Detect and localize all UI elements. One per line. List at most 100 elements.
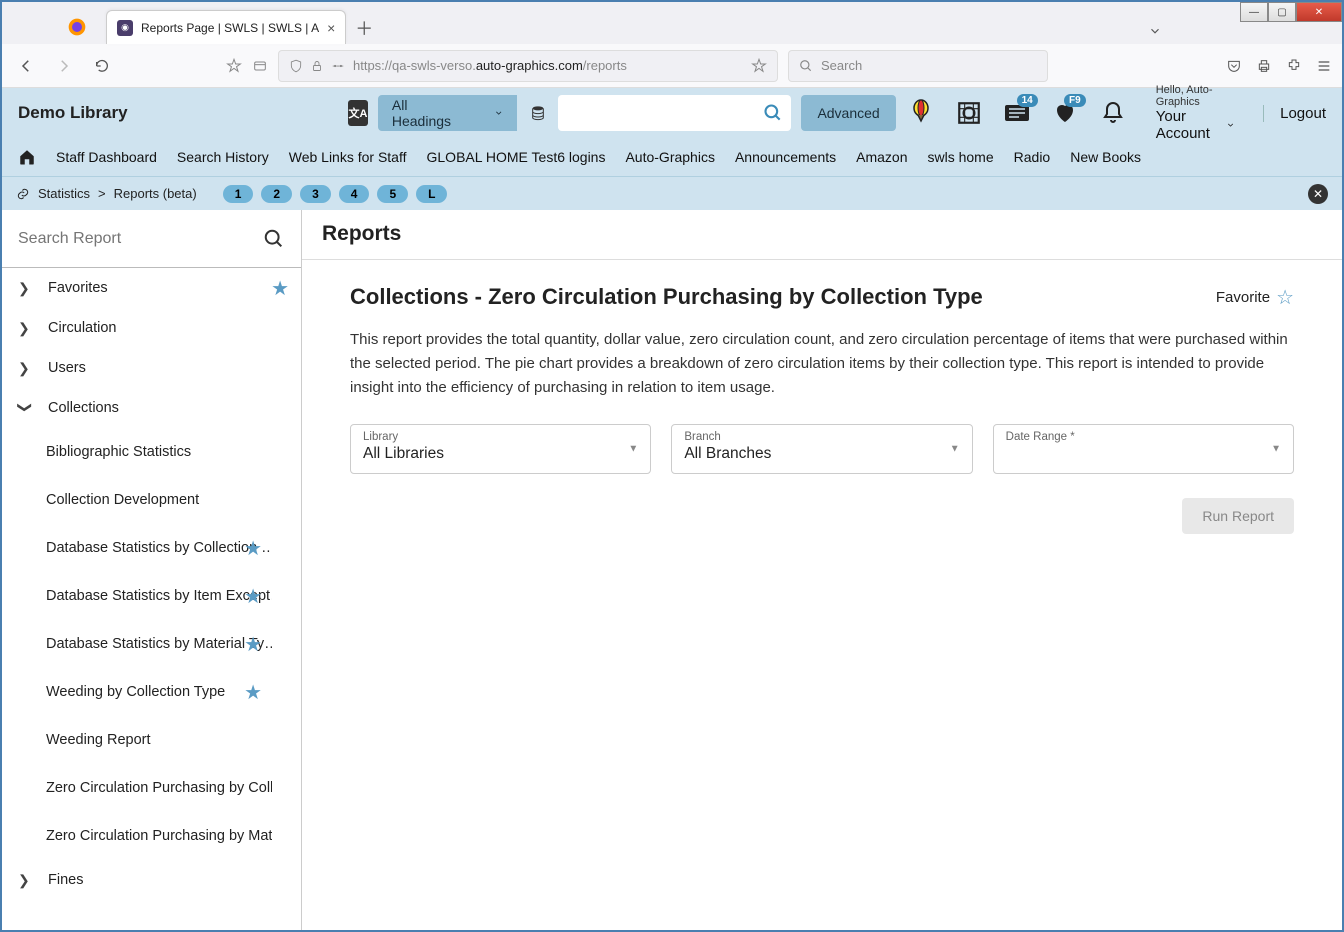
tab-favicon-icon: ◉ [117,20,133,36]
sidebar-sub-zero-circ-collect[interactable]: Zero Circulation Purchasing by Collect… [2,764,272,812]
crumb-pill-l[interactable]: L [416,185,447,203]
breadcrumb-close-icon[interactable]: ✕ [1308,184,1328,204]
star-icon[interactable]: ★ [244,680,262,705]
headings-dropdown[interactable]: All Headings [378,95,517,131]
search-placeholder: Search [821,58,862,73]
breadcrumb-root[interactable]: Statistics [38,186,90,201]
catalog-search-input[interactable] [558,95,791,131]
chevron-down-icon [494,107,503,119]
crumb-pill-5[interactable]: 5 [377,185,408,203]
star-icon[interactable]: ★ [244,536,262,561]
crumb-pill-1[interactable]: 1 [223,185,254,203]
window-controls: ― ▢ ✕ [1240,2,1342,22]
new-tab-button[interactable]: ＋ [350,14,378,42]
print-icon[interactable] [1256,58,1272,74]
sidebar-item-circulation[interactable]: ❯Circulation [2,308,301,348]
messages-icon[interactable]: 14 [1002,98,1032,128]
sidebar-item-collections[interactable]: ❯Collections [2,388,301,428]
crumb-pill-2[interactable]: 2 [261,185,292,203]
url-bookmark-icon[interactable] [751,58,767,74]
tabs-overflow-icon[interactable] [1148,24,1162,38]
tab-close-icon[interactable]: × [327,20,335,36]
container-icon[interactable] [252,58,268,74]
favorites-heart-icon[interactable]: F9 [1050,98,1080,128]
back-button[interactable] [12,52,40,80]
filter-branch[interactable]: Branch All Branches ▼ [671,424,972,474]
database-icon[interactable] [527,95,548,131]
sidebar-item-users[interactable]: ❯Users [2,348,301,388]
browser-tab[interactable]: ◉ Reports Page | SWLS | SWLS | A × [106,10,346,44]
reload-button[interactable] [88,52,116,80]
close-window-button[interactable]: ✕ [1296,2,1342,22]
nav-auto-graphics[interactable]: Auto-Graphics [625,149,714,165]
nav-new-books[interactable]: New Books [1070,149,1141,165]
filter-daterange[interactable]: Date Range ▼ [993,424,1294,474]
language-icon[interactable]: 文A [348,100,368,126]
sidebar-sub-db-material[interactable]: Database Statistics by Material Ty…★ [2,620,272,668]
dropdown-icon: ▼ [628,444,638,455]
run-report-button[interactable]: Run Report [1182,498,1294,534]
nav-search-history[interactable]: Search History [177,149,269,165]
url-text: https://qa-swls-verso.auto-graphics.com/… [353,58,627,73]
sidebar-sub-biblio-stats[interactable]: Bibliographic Statistics [2,428,272,476]
breadcrumb: Statistics > Reports (beta) 1 2 3 4 5 L … [2,176,1342,210]
sidebar-item-favorites[interactable]: ❯Favorites [2,268,301,308]
library-name: Demo Library [18,103,338,123]
browser-search-input[interactable]: Search [788,50,1048,82]
sidebar-sub-collection-dev[interactable]: Collection Development [2,476,272,524]
scan-icon[interactable] [954,98,984,128]
star-icon[interactable]: ★ [244,584,262,609]
bookmark-star-icon[interactable] [226,58,242,74]
page-title: Reports [302,210,1342,260]
sidebar-item-fines[interactable]: ❯Fines [2,860,301,900]
search-submit-icon[interactable] [755,95,791,131]
url-input[interactable]: https://qa-swls-verso.auto-graphics.com/… [278,50,778,82]
chevron-down-icon [1226,119,1235,131]
link-icon [16,187,30,201]
sidebar-sub-db-collection[interactable]: Database Statistics by Collection …★ [2,524,272,572]
firefox-logo-icon [60,14,94,40]
nav-web-links[interactable]: Web Links for Staff [289,149,407,165]
filter-library[interactable]: Library All Libraries ▼ [350,424,651,474]
minimize-button[interactable]: ― [1240,2,1268,22]
favorites-badge: F9 [1064,94,1086,107]
crumb-pill-4[interactable]: 4 [339,185,370,203]
sidebar-sub-weeding-report[interactable]: Weeding Report [2,716,272,764]
nav-amazon[interactable]: Amazon [856,149,907,165]
url-bar: https://qa-swls-verso.auto-graphics.com/… [2,44,1342,88]
nav-radio[interactable]: Radio [1014,149,1051,165]
catalog-search-field[interactable] [558,95,755,131]
forward-button[interactable] [50,52,78,80]
maximize-button[interactable]: ▢ [1268,2,1296,22]
nav-staff-dashboard[interactable]: Staff Dashboard [56,149,157,165]
favorite-toggle[interactable]: Favorite ☆ [1216,285,1294,310]
nav-swls-home[interactable]: swls home [928,149,994,165]
permissions-icon [331,59,345,73]
account-dropdown[interactable]: Your Account [1156,108,1235,142]
nav-announcements[interactable]: Announcements [735,149,836,165]
home-icon[interactable] [18,148,36,166]
advanced-search-button[interactable]: Advanced [801,95,895,131]
sidebar-sub-zero-circ-material[interactable]: Zero Circulation Purchasing by Materi… [2,812,272,860]
crumb-pill-3[interactable]: 3 [300,185,331,203]
menu-icon[interactable] [1316,58,1332,74]
pocket-icon[interactable] [1226,58,1242,74]
dropdown-icon: ▼ [1271,444,1281,455]
sidebar-sub-weeding-collection[interactable]: Weeding by Collection Type★ [2,668,272,716]
sidebar: ★ ❯Favorites ❯Circulation ❯Users ❯Collec… [2,210,302,930]
star-icon[interactable]: ★ [244,632,262,657]
lock-icon [311,60,323,72]
logout-link[interactable]: Logout [1263,105,1326,122]
favorite-label: Favorite [1216,289,1270,306]
sidebar-search-icon[interactable] [263,228,285,250]
sidebar-search-input[interactable] [18,230,263,248]
extensions-icon[interactable] [1286,58,1302,74]
sidebar-favorites-star-icon[interactable]: ★ [271,276,289,301]
nav-global-home[interactable]: GLOBAL HOME Test6 logins [427,149,606,165]
sidebar-sub-db-item-except[interactable]: Database Statistics by Item Except…★ [2,572,272,620]
balloon-icon[interactable] [906,98,936,128]
report-title: Collections - Zero Circulation Purchasin… [350,284,983,310]
headings-label: All Headings [392,97,454,129]
breadcrumb-current[interactable]: Reports (beta) [114,186,197,201]
notifications-bell-icon[interactable] [1098,98,1128,128]
